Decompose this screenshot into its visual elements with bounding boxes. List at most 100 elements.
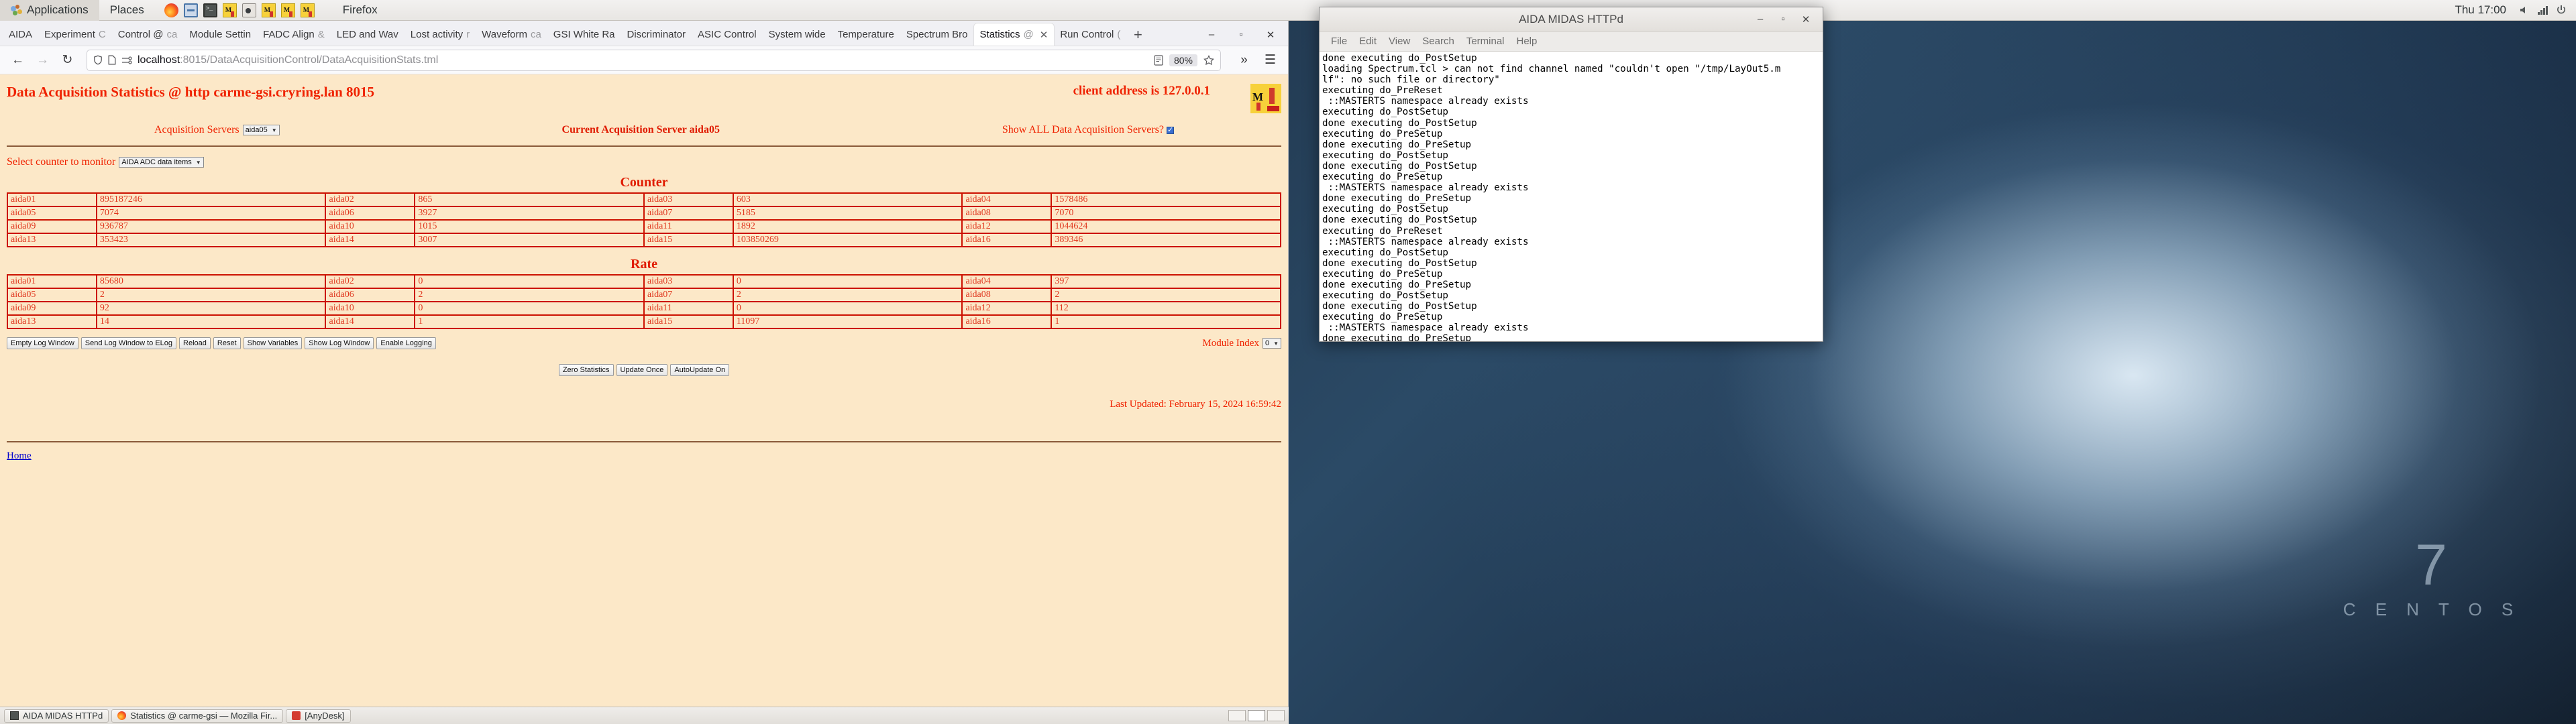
midas-icon[interactable] (261, 3, 276, 17)
power-icon[interactable] (2556, 5, 2567, 15)
terminal-menu-item[interactable]: Edit (1353, 36, 1383, 47)
log-control-button[interactable]: Empty Log Window (7, 337, 78, 349)
overflow-menu-button[interactable]: » (1233, 49, 1255, 71)
reload-button[interactable]: ↻ (56, 49, 78, 71)
home-link-text[interactable]: Home (7, 450, 32, 461)
browser-tab[interactable]: ASIC Control (692, 23, 763, 46)
workspace-3[interactable] (1267, 710, 1285, 721)
browser-tab-label-dim: ( (1117, 29, 1121, 40)
log-control-button[interactable]: Send Log Window to ELog (80, 337, 177, 349)
home-link[interactable]: Home (7, 448, 1281, 462)
back-button[interactable]: ← (7, 49, 29, 71)
browser-tab[interactable]: Module Settin (183, 23, 257, 46)
reader-mode-icon[interactable] (1154, 54, 1163, 66)
browser-tab[interactable]: Statistics @ ✕ (973, 23, 1055, 46)
active-app-label: Firefox (342, 3, 378, 16)
browser-tab[interactable]: AIDA (3, 23, 38, 46)
browser-tab[interactable]: Waveform ca (476, 23, 547, 46)
counter-value-cell: 5185 (732, 206, 963, 221)
app-menu-button[interactable]: ☰ (1259, 49, 1281, 71)
browser-tab[interactable]: Temperature (832, 23, 900, 46)
panel-clock[interactable]: Thu 17:00 (2443, 3, 2518, 17)
terminal-output[interactable]: done executing do_PostSetup loading Spect… (1320, 52, 1823, 341)
statistics-action-button[interactable]: AutoUpdate On (670, 364, 730, 376)
address-bar-actions: 80% (1154, 54, 1214, 66)
midas-icon[interactable] (280, 3, 295, 17)
log-control-button[interactable]: Show Log Window (305, 337, 374, 349)
terminal-close-button[interactable]: ✕ (1794, 9, 1817, 29)
screenshot-icon[interactable] (241, 3, 256, 17)
counter-value-cell: 0 (414, 274, 645, 289)
divider (7, 145, 1281, 147)
maximize-button[interactable]: ▫ (1226, 23, 1256, 46)
terminal-menu-item[interactable]: Help (1511, 36, 1544, 47)
acquisition-servers-select[interactable]: aida05 ▼ (242, 125, 280, 135)
counter-value-cell: 11097 (732, 314, 963, 329)
minimize-button[interactable]: – (1197, 23, 1226, 46)
module-index-select[interactable]: 0 ▼ (1262, 338, 1281, 349)
counter-name-cell: aida11 (643, 301, 734, 316)
browser-tab-label: Waveform (482, 29, 527, 40)
browser-tab[interactable]: GSI White Ra (547, 23, 621, 46)
counter-name-cell: aida15 (643, 314, 734, 329)
terminal-line: executing do_PostSetup (1322, 290, 1448, 302)
taskbar-window-button[interactable]: [AnyDesk] (286, 709, 351, 723)
workspace-2[interactable] (1248, 710, 1265, 721)
browser-tab[interactable]: LED and Wav (331, 23, 405, 46)
browser-tab[interactable]: Control @ ca (112, 23, 184, 46)
workspace-1[interactable] (1228, 710, 1246, 721)
close-icon[interactable]: ✕ (1040, 29, 1049, 41)
star-icon[interactable] (1203, 54, 1214, 66)
terminal-menu-item[interactable]: File (1325, 36, 1353, 47)
workspace-switcher[interactable] (1228, 710, 1285, 721)
forward-button[interactable]: → (32, 49, 54, 71)
terminal-menu-item[interactable]: Search (1416, 36, 1460, 47)
new-tab-button[interactable]: + (1126, 23, 1149, 46)
log-control-button[interactable]: Show Variables (243, 337, 303, 349)
statistics-action-button[interactable]: Update Once (616, 364, 668, 376)
counter-select-value: AIDA ADC data items (121, 158, 192, 166)
terminal-icon (10, 711, 19, 720)
log-control-button[interactable]: Enable Logging (376, 337, 436, 349)
applications-menu[interactable]: Applications (0, 0, 99, 21)
show-all-servers-checkbox[interactable] (1167, 125, 1175, 134)
zoom-level-indicator[interactable]: 80% (1169, 54, 1197, 66)
browser-tab[interactable]: Lost activity r (405, 23, 476, 46)
counter-name-cell: aida09 (7, 219, 97, 234)
network-icon[interactable] (2537, 5, 2548, 15)
terminal-minimize-button[interactable]: – (1749, 9, 1772, 29)
browser-tab-label-dim: r (466, 29, 470, 40)
midas-icon[interactable] (222, 3, 237, 17)
gnome-foot-icon (11, 4, 22, 16)
terminal-menu-item[interactable]: Terminal (1460, 36, 1511, 47)
terminal-titlebar[interactable]: AIDA MIDAS HTTPd – ▫ ✕ (1320, 7, 1823, 32)
counter-value-cell: 936787 (95, 219, 327, 234)
browser-tab[interactable]: FADC Align & (257, 23, 331, 46)
browser-tab[interactable]: Run Control ( (1054, 23, 1126, 46)
terminal-line: done executing do_PostSetup (1322, 215, 1477, 226)
statistics-action-button[interactable]: Zero Statistics (558, 364, 614, 376)
log-control-button[interactable]: Reload (179, 337, 211, 349)
footer-divider (7, 441, 1281, 442)
log-control-button[interactable]: Reset (213, 337, 241, 349)
permissions-icon[interactable] (121, 56, 132, 64)
active-app-name[interactable]: Firefox (332, 0, 388, 21)
counter-select[interactable]: AIDA ADC data items ▼ (119, 157, 204, 168)
address-bar[interactable]: localhost:8015/DataAcquisitionControl/Da… (87, 49, 1221, 71)
counter-value-cell: 92 (95, 301, 327, 316)
terminal-icon[interactable] (203, 3, 217, 17)
close-button[interactable]: ✕ (1256, 23, 1285, 46)
terminal-maximize-button[interactable]: ▫ (1772, 9, 1794, 29)
archive-manager-icon[interactable] (183, 3, 198, 17)
volume-icon[interactable] (2518, 5, 2529, 15)
browser-tab[interactable]: Discriminator (621, 23, 692, 46)
terminal-menu-item[interactable]: View (1383, 36, 1416, 47)
taskbar-window-button[interactable]: Statistics @ carme-gsi — Mozilla Fir... (111, 709, 284, 723)
places-menu[interactable]: Places (99, 0, 155, 21)
taskbar-window-button[interactable]: AIDA MIDAS HTTPd (4, 709, 109, 723)
browser-tab[interactable]: Experiment C (38, 23, 112, 46)
midas-icon[interactable] (300, 3, 315, 17)
browser-tab[interactable]: Spectrum Bro (900, 23, 974, 46)
firefox-icon[interactable] (164, 3, 178, 17)
browser-tab[interactable]: System wide (763, 23, 832, 46)
